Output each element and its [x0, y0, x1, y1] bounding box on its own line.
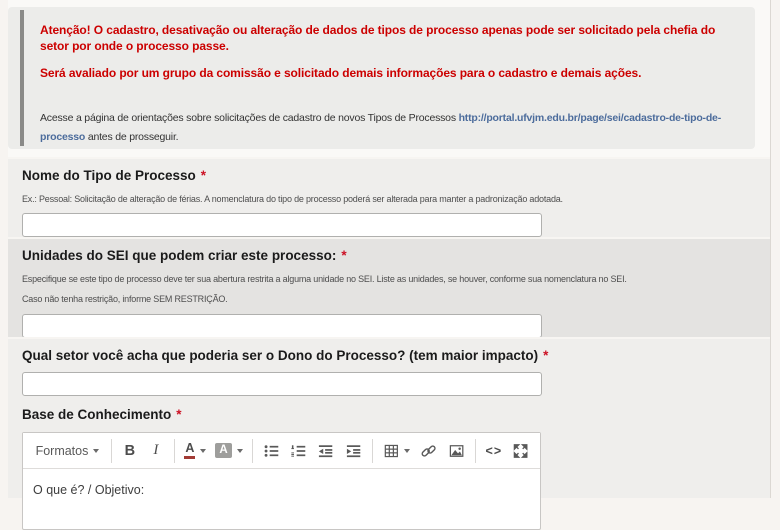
- required-asterisk: *: [543, 348, 548, 363]
- image-icon: [448, 442, 465, 460]
- chevron-down-icon: [404, 449, 410, 453]
- chevron-down-icon: [237, 449, 243, 453]
- question-dono-processo: Qual setor você acha que poderia ser o D…: [8, 337, 770, 399]
- source-code-button[interactable]: <>: [481, 438, 507, 464]
- decrease-indent-icon: [317, 442, 334, 460]
- required-asterisk: *: [201, 168, 206, 183]
- dono-processo-input[interactable]: [22, 372, 542, 396]
- chevron-down-icon: [93, 449, 99, 453]
- numbered-list-button[interactable]: [285, 438, 312, 464]
- question-label: Qual setor você acha que poderia ser o D…: [22, 347, 756, 364]
- italic-button[interactable]: I: [143, 438, 169, 464]
- italic-icon: I: [153, 442, 158, 459]
- fullscreen-icon: [512, 442, 529, 460]
- warning-text-1: Atenção! O cadastro, desativação ou alte…: [40, 22, 739, 54]
- question-label-text: Base de Conhecimento: [22, 407, 171, 422]
- form-page: Atenção! O cadastro, desativação ou alte…: [0, 0, 780, 498]
- formats-label: Formatos: [36, 444, 89, 458]
- fullscreen-button[interactable]: [507, 438, 534, 464]
- notice-info-text: Acesse a página de orientações sobre sol…: [40, 109, 739, 147]
- question-label-text: Unidades do SEI que podem criar este pro…: [22, 248, 336, 263]
- question-help-line1: Especifique se este tipo de processo dev…: [22, 273, 756, 285]
- toolbar-divider: [252, 439, 253, 463]
- decrease-indent-button[interactable]: [312, 438, 339, 464]
- question-label: Unidades do SEI que podem criar este pro…: [22, 247, 756, 264]
- editor-toolbar: Formatos B I A A: [23, 433, 540, 469]
- question-label-text: Nome do Tipo de Processo: [22, 168, 196, 183]
- notice-left-bar: [20, 10, 24, 146]
- toolbar-divider: [111, 439, 112, 463]
- bullet-list-button[interactable]: [258, 438, 285, 464]
- insert-link-button[interactable]: [415, 438, 442, 464]
- notice-section: Atenção! O cadastro, desativação ou alte…: [8, 0, 770, 157]
- toolbar-divider: [372, 439, 373, 463]
- question-nome-tipo-processo: Nome do Tipo de Processo * Ex.: Pessoal: …: [8, 157, 770, 237]
- unidades-sei-input[interactable]: [22, 314, 542, 338]
- background-color-icon: A: [215, 443, 231, 458]
- increase-indent-icon: [345, 442, 362, 460]
- notice-info-suffix: antes de prosseguir.: [88, 131, 179, 143]
- notice-info-prefix: Acesse a página de orientações sobre sol…: [40, 112, 456, 124]
- chevron-down-icon: [200, 449, 206, 453]
- question-help: Ex.: Pessoal: Solicitação de alteração d…: [22, 193, 756, 205]
- nome-tipo-processo-input[interactable]: [22, 213, 542, 237]
- source-code-icon: <>: [486, 444, 503, 458]
- editor-content-area[interactable]: O que é? / Objetivo:: [23, 469, 540, 529]
- toolbar-divider: [174, 439, 175, 463]
- warning-text-2: Será avaliado por um grupo da comissão e…: [40, 65, 739, 81]
- question-base-conhecimento: Base de Conhecimento * Formatos B I A: [8, 399, 770, 498]
- background-color-button[interactable]: A: [211, 438, 247, 464]
- insert-image-button[interactable]: [443, 438, 470, 464]
- text-color-icon: A: [184, 442, 195, 459]
- formats-dropdown[interactable]: Formatos: [29, 438, 106, 464]
- rich-text-editor: Formatos B I A A: [22, 432, 541, 530]
- editor-content-text: O que é? / Objetivo:: [33, 482, 530, 498]
- required-asterisk: *: [176, 407, 181, 422]
- notice-box: Atenção! O cadastro, desativação ou alte…: [8, 7, 755, 149]
- bullet-list-icon: [263, 442, 280, 460]
- text-color-button[interactable]: A: [180, 438, 211, 464]
- bold-button[interactable]: B: [117, 438, 143, 464]
- question-label: Base de Conhecimento *: [22, 406, 756, 423]
- table-button[interactable]: [378, 438, 416, 464]
- question-unidades-sei: Unidades do SEI que podem criar este pro…: [8, 237, 770, 337]
- question-label-text: Qual setor você acha que poderia ser o D…: [22, 348, 538, 363]
- question-label: Nome do Tipo de Processo *: [22, 167, 756, 184]
- form-column: Atenção! O cadastro, desativação ou alte…: [8, 0, 771, 498]
- numbered-list-icon: [290, 442, 307, 460]
- bold-icon: B: [125, 443, 135, 459]
- required-asterisk: *: [341, 248, 346, 263]
- table-icon: [383, 442, 400, 460]
- question-help-line2: Caso não tenha restrição, informe SEM RE…: [22, 293, 756, 305]
- toolbar-divider: [475, 439, 476, 463]
- increase-indent-button[interactable]: [340, 438, 367, 464]
- link-icon: [420, 442, 437, 460]
